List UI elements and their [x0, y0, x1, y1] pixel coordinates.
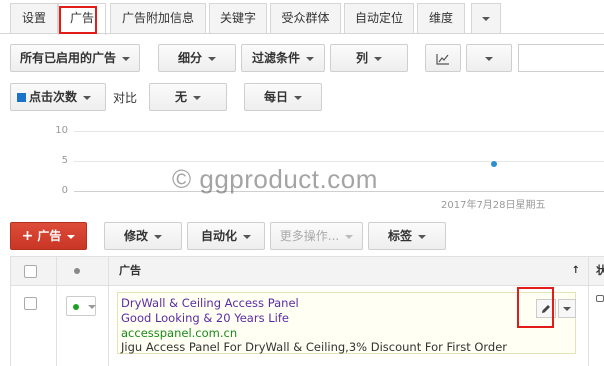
tab-keywords[interactable]: 关键字 — [209, 3, 267, 33]
chevron-down-icon — [122, 56, 130, 61]
gridline — [74, 161, 604, 162]
metric-select-button[interactable]: 点击次数 — [10, 83, 106, 111]
segment-button[interactable]: 细分 — [158, 44, 236, 72]
select-all-header — [10, 256, 57, 286]
tab-dimensions[interactable]: 维度 — [417, 3, 465, 33]
chevron-down-icon — [243, 234, 251, 239]
chevron-down-icon — [294, 95, 302, 100]
select-all-checkbox[interactable] — [24, 265, 37, 278]
more-tabs-dropdown[interactable] — [471, 3, 501, 33]
y-tick-label: 10 — [55, 125, 68, 136]
highlight-box-edit — [517, 287, 554, 328]
row-checkbox[interactable] — [24, 297, 37, 310]
add-ad-button[interactable]: + 广告 — [10, 222, 87, 250]
ad-preview: DryWall & Ceiling Access Panel Good Look… — [117, 292, 576, 354]
status-dot-icon — [74, 268, 80, 274]
y-tick-label: 0 — [61, 185, 68, 196]
gridline — [74, 131, 604, 132]
edit-button[interactable]: 修改 — [104, 222, 182, 250]
ad-options-dropdown[interactable] — [558, 299, 576, 318]
chevron-down-icon — [563, 307, 571, 311]
chevron-down-icon — [485, 56, 493, 61]
sort-up-icon: ↑ — [571, 265, 580, 276]
chevron-down-icon — [83, 95, 92, 100]
speech-bubble-icon — [596, 295, 604, 302]
chevron-down-icon — [482, 16, 490, 21]
ad-headline-1[interactable]: DryWall & Ceiling Access Panel — [121, 296, 299, 310]
chevron-down-icon — [208, 56, 216, 61]
tab-audiences[interactable]: 受众群体 — [270, 3, 341, 33]
metric-color-swatch — [17, 93, 26, 102]
filter-button[interactable]: 过滤条件 — [241, 44, 325, 72]
ad-display-url: accesspanel.com.cn — [121, 326, 238, 340]
row-status-text-cell — [589, 286, 604, 366]
status-column-header[interactable]: 状 — [589, 256, 604, 286]
compare-select-button[interactable]: 无 — [149, 83, 227, 111]
compare-label: 对比 — [113, 91, 138, 105]
ad-headline-2[interactable]: Good Looking & 20 Years Life — [121, 311, 289, 325]
tab-ad-extensions[interactable]: 广告附加信息 — [110, 3, 206, 33]
chevron-down-icon — [88, 305, 96, 309]
line-chart-icon — [436, 53, 449, 65]
ad-column-header[interactable]: 广告 ↑ — [109, 256, 589, 286]
chevron-down-icon — [154, 234, 162, 239]
enabled-status-icon — [73, 304, 79, 310]
chevron-down-icon — [418, 234, 426, 239]
chevron-down-icon — [67, 234, 76, 239]
status-dropdown[interactable] — [66, 296, 96, 316]
chevron-down-icon — [193, 95, 201, 100]
period-select-button[interactable]: 每日 — [244, 83, 322, 111]
y-tick-label: 5 — [61, 155, 68, 166]
ad-description: Jigu Access Panel For DryWall & Ceiling,… — [121, 340, 508, 354]
tab-settings[interactable]: 设置 — [10, 3, 58, 33]
highlight-box-tab — [59, 6, 97, 34]
columns-button[interactable]: 列 — [330, 44, 408, 72]
plus-icon: + — [21, 228, 34, 244]
chevron-down-icon — [374, 56, 382, 61]
tab-auto-targeting[interactable]: 自动定位 — [344, 3, 414, 33]
x-axis-date-label: 2017年7月28日星期五 — [441, 200, 546, 211]
row-select-cell — [10, 286, 57, 366]
row-status-cell — [57, 286, 109, 366]
chart-point[interactable] — [491, 161, 497, 167]
chevron-down-icon — [306, 56, 314, 61]
search-input[interactable] — [518, 44, 604, 72]
labels-button[interactable]: 标签 — [368, 222, 446, 250]
chevron-down-icon — [345, 234, 354, 239]
status-header[interactable] — [57, 256, 109, 286]
watermark: © ggproduct.com — [172, 164, 378, 194]
more-actions-button[interactable]: 更多操作... — [270, 222, 363, 250]
chart-options-dropdown[interactable] — [466, 44, 512, 72]
ad-status-filter-button[interactable]: 所有已启用的广告 — [10, 44, 140, 72]
chart-toggle-button[interactable] — [425, 44, 461, 72]
automate-button[interactable]: 自动化 — [187, 222, 265, 250]
